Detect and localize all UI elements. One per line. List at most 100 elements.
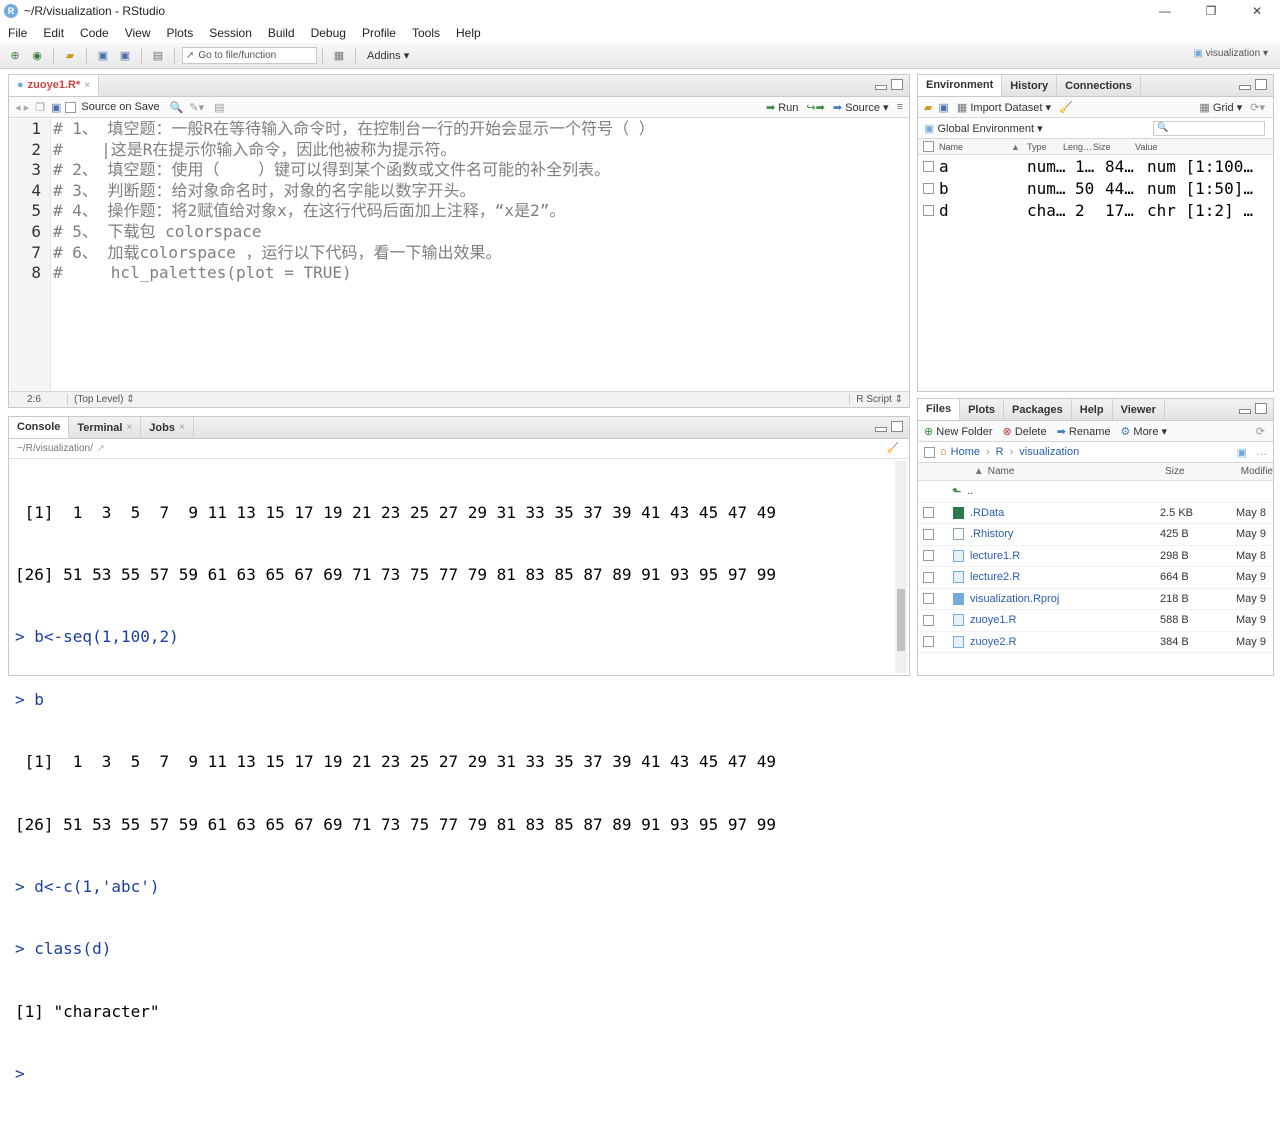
goto-file-input[interactable]: ➚ Go to file/function — [182, 47, 317, 64]
clear-console-icon[interactable]: 🧹 — [887, 443, 899, 454]
rerun-icon[interactable]: ↪➡ — [806, 101, 824, 114]
column-header-size[interactable]: Size — [1165, 466, 1241, 477]
tab-terminal[interactable]: Terminal × — [69, 417, 142, 438]
project-dir-icon[interactable]: ▣ — [1237, 446, 1247, 459]
file-name[interactable]: zuoye1.R — [970, 614, 1160, 626]
row-checkbox[interactable] — [923, 507, 934, 519]
menu-session[interactable]: Session — [201, 26, 260, 40]
maximize-pane-icon[interactable] — [1255, 79, 1267, 90]
source-button[interactable]: ➡ Source ▾ — [833, 101, 889, 114]
new-folder-button[interactable]: ⊕ New Folder — [924, 425, 993, 438]
goto-directory-icon[interactable]: ➚ — [97, 443, 105, 454]
file-row[interactable]: .Rhistory 425 B May 9 — [918, 524, 1273, 546]
column-header-value[interactable]: Value — [1135, 142, 1157, 152]
tab-viewer[interactable]: Viewer — [1113, 399, 1165, 420]
file-row[interactable]: zuoye1.R 588 B May 9 — [918, 610, 1273, 632]
env-row[interactable]: b num… 50 44… num [1:50]… — [918, 177, 1273, 199]
file-row[interactable]: .RData 2.5 KB May 8 — [918, 503, 1273, 524]
maximize-pane-icon[interactable] — [891, 421, 903, 432]
more-path-icon[interactable]: … — [1256, 446, 1267, 458]
env-search-input[interactable]: 🔍 — [1153, 120, 1265, 136]
import-dataset-button[interactable]: ▦ Import Dataset ▾ — [957, 101, 1051, 114]
row-checkbox[interactable] — [923, 528, 934, 540]
refresh-icon[interactable]: ⟳▾ — [1250, 101, 1265, 114]
file-name[interactable]: zuoye2.R — [970, 636, 1160, 648]
tab-history[interactable]: History — [1002, 75, 1058, 96]
column-header-name[interactable]: Name — [939, 142, 1011, 152]
menu-edit[interactable]: Edit — [35, 26, 72, 40]
code-editor[interactable]: 1 # 1、 填空题：一般R在等待输入命令时，在控制台一行的开始会显示一个符号（ … — [9, 119, 909, 393]
menu-file[interactable]: File — [0, 26, 35, 40]
save-all-icon[interactable]: ▣ — [117, 48, 133, 64]
menu-tools[interactable]: Tools — [404, 26, 448, 40]
new-file-icon[interactable]: ⊕ — [7, 48, 23, 64]
row-checkbox[interactable] — [923, 636, 934, 648]
column-header-name[interactable]: Name — [988, 466, 1165, 477]
close-tab-icon[interactable]: × — [179, 422, 185, 433]
tab-connections[interactable]: Connections — [1057, 75, 1141, 96]
row-checkbox[interactable] — [923, 204, 934, 216]
outline-icon[interactable]: ≡ — [897, 101, 903, 113]
console-prompt[interactable]: > — [15, 1064, 897, 1085]
open-file-icon[interactable]: ▰ — [62, 48, 78, 64]
menu-build[interactable]: Build — [260, 26, 303, 40]
file-name[interactable]: lecture1.R — [970, 550, 1160, 562]
file-name[interactable]: lecture2.R — [970, 571, 1160, 583]
tab-environment[interactable]: Environment — [918, 75, 1003, 96]
save-workspace-icon[interactable]: ▣ — [938, 101, 948, 114]
tab-packages[interactable]: Packages — [1004, 399, 1072, 420]
load-workspace-icon[interactable]: ▰ — [924, 101, 932, 114]
console-scrollbar[interactable] — [895, 461, 907, 673]
tab-zuoye1[interactable]: ● zuoye1.R* × — [9, 75, 100, 96]
code-tools-icon[interactable]: ✎▾ — [189, 101, 204, 114]
file-name[interactable]: .Rhistory — [970, 528, 1160, 540]
row-checkbox[interactable] — [923, 571, 934, 583]
back-arrow-icon[interactable]: ◂ ▸ — [15, 101, 29, 114]
maximize-pane-icon[interactable] — [891, 79, 903, 90]
column-header-type[interactable]: Type — [1027, 142, 1063, 152]
minimize-pane-icon[interactable] — [1239, 85, 1251, 90]
row-checkbox[interactable] — [923, 182, 934, 194]
breadcrumb-visualization[interactable]: visualization — [1019, 446, 1079, 458]
minimize-icon[interactable]: — — [1142, 0, 1188, 22]
delete-button[interactable]: ⊗ Delete — [1003, 425, 1047, 438]
row-checkbox[interactable] — [923, 614, 934, 626]
close-tab-icon[interactable]: × — [126, 422, 132, 433]
maximize-icon[interactable]: ❐ — [1188, 0, 1234, 22]
compile-report-icon[interactable]: ▤ — [214, 101, 224, 114]
column-header-size[interactable]: Size — [1093, 142, 1135, 152]
refresh-files-icon[interactable]: ⟳ — [1256, 425, 1265, 438]
file-row-up[interactable]: ⬑ .. — [918, 481, 1273, 503]
show-in-window-icon[interactable]: ❐ — [35, 101, 45, 114]
menu-profile[interactable]: Profile — [354, 26, 404, 40]
home-icon[interactable]: ⌂ — [940, 446, 947, 458]
tab-plots[interactable]: Plots — [960, 399, 1004, 420]
file-row[interactable]: zuoye2.R 384 B May 9 — [918, 632, 1273, 653]
console-output[interactable]: [1] 1 3 5 7 9 11 13 15 17 19 21 23 25 27… — [9, 461, 897, 1084]
save-icon[interactable]: ▣ — [95, 48, 111, 64]
project-menu[interactable]: ▣ visualization ▾ — [1193, 48, 1268, 59]
search-icon[interactable]: 🔍 — [170, 101, 184, 114]
file-type-selector[interactable]: R Script ⇕ — [849, 394, 903, 405]
file-name[interactable]: visualization.Rproj — [970, 593, 1160, 605]
more-button[interactable]: ⚙ More ▾ — [1120, 425, 1167, 438]
clear-workspace-icon[interactable]: 🧹 — [1059, 101, 1073, 114]
breadcrumb-home[interactable]: Home — [951, 446, 980, 458]
row-checkbox[interactable] — [923, 593, 934, 605]
global-env-selector[interactable]: ▣ Global Environment ▾ — [924, 122, 1043, 135]
env-row[interactable]: a num… 1… 84… num [1:100… — [918, 155, 1273, 177]
menu-view[interactable]: View — [117, 26, 159, 40]
row-checkbox[interactable] — [923, 160, 934, 172]
menu-plots[interactable]: Plots — [159, 26, 202, 40]
file-row[interactable]: visualization.Rproj 218 B May 9 — [918, 589, 1273, 610]
column-header-length[interactable]: Leng… — [1063, 142, 1093, 152]
new-project-icon[interactable]: ◉ — [29, 48, 45, 64]
menu-help[interactable]: Help — [448, 26, 489, 40]
maximize-pane-icon[interactable] — [1255, 403, 1267, 414]
view-mode-selector[interactable]: ▦ Grid ▾ — [1199, 101, 1242, 114]
minimize-pane-icon[interactable] — [875, 85, 887, 90]
file-row[interactable]: lecture2.R 664 B May 9 — [918, 567, 1273, 589]
tab-files[interactable]: Files — [918, 399, 961, 420]
save-file-icon[interactable]: ▣ — [51, 101, 61, 114]
env-row[interactable]: d cha… 2 17… chr [1:2] … — [918, 199, 1273, 221]
